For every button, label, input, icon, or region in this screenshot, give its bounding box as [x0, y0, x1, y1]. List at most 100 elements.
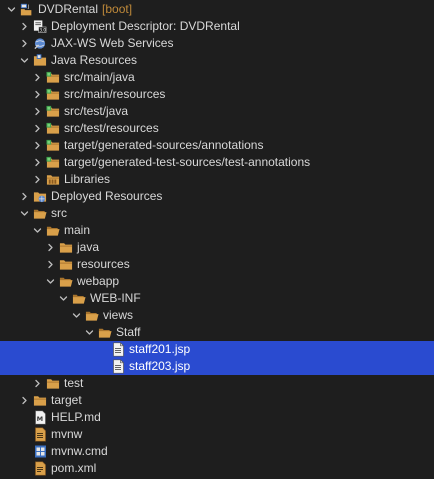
source-folder-icon [46, 105, 60, 119]
tree-item-label: src [51, 206, 67, 220]
tree-item-label: src/main/resources [64, 87, 166, 101]
chevron-right-icon[interactable] [32, 120, 42, 137]
tree-item-label: test [64, 376, 84, 390]
tree-item-src-main-java[interactable]: src/main/java [0, 69, 434, 86]
chevron-down-icon[interactable] [6, 1, 16, 18]
folder-open-icon [46, 224, 60, 238]
folder-open-icon [72, 292, 86, 306]
chevron-down-icon[interactable] [58, 290, 68, 307]
tree-item-label: mvnw [51, 427, 83, 441]
tree-item-label: target/generated-test-sources/test-annot… [64, 155, 311, 169]
project-decoration: [boot] [102, 2, 133, 16]
folder-open-icon [85, 309, 99, 323]
source-folder-icon [46, 71, 60, 85]
tree-item-label: java [77, 240, 100, 254]
project-explorer-tree: J DVDRental [boot] 3.0 Deployment Descriptor… [0, 0, 434, 479]
tree-item-webapp-folder[interactable]: webapp [0, 273, 434, 290]
svg-text:3.0: 3.0 [39, 28, 46, 33]
chevron-right-icon[interactable] [19, 35, 29, 52]
tree-item-main-folder[interactable]: main [0, 222, 434, 239]
tree-item-jax-ws-web-services[interactable]: JAX-WS Web Services [0, 35, 434, 52]
tree-item-staff-folder[interactable]: Staff [0, 324, 434, 341]
tree-item-src-test-resources[interactable]: src/test/resources [0, 120, 434, 137]
tree-item-label: staff201.jsp [129, 342, 191, 356]
tree-item-help-md-file[interactable]: M HELP.md [0, 409, 434, 426]
chevron-right-icon[interactable] [45, 256, 55, 273]
folder-icon [46, 377, 60, 391]
jsp-file-icon [111, 359, 125, 374]
deployment-descriptor-icon: 3.0 [33, 20, 47, 34]
tree-item-pom-xml-file[interactable]: pom.xml [0, 460, 434, 477]
chevron-down-icon[interactable] [71, 307, 81, 324]
libraries-icon [46, 173, 60, 187]
chevron-right-icon[interactable] [32, 86, 42, 103]
chevron-right-icon[interactable] [19, 18, 29, 35]
tree-item-label: mvnw.cmd [51, 444, 108, 458]
chevron-right-icon[interactable] [32, 154, 42, 171]
tree-item-label: Libraries [64, 172, 111, 186]
tree-item-staff201-file[interactable]: staff201.jsp [0, 341, 434, 358]
folder-icon [59, 241, 73, 255]
tree-item-src-main-resources[interactable]: src/main/resources [0, 86, 434, 103]
chevron-down-icon[interactable] [84, 324, 94, 341]
tree-item-label: Deployed Resources [51, 189, 163, 203]
tree-item-resources-folder[interactable]: resources [0, 256, 434, 273]
cmd-file-icon [33, 445, 47, 459]
chevron-right-icon[interactable] [32, 137, 42, 154]
tree-item-target-folder[interactable]: target [0, 392, 434, 409]
tree-item-label: target/generated-sources/annotations [64, 138, 264, 152]
chevron-down-icon[interactable] [32, 222, 42, 239]
chevron-right-icon[interactable] [19, 188, 29, 205]
chevron-down-icon[interactable] [19, 52, 29, 69]
chevron-right-icon[interactable] [32, 69, 42, 86]
tree-item-label: staff203.jsp [129, 359, 191, 373]
source-folder-icon [46, 122, 60, 136]
tree-item-mvnw-file[interactable]: mvnw [0, 426, 434, 443]
tree-item-mvnw-cmd-file[interactable]: mvnw.cmd [0, 443, 434, 460]
tree-item-staff203-file[interactable]: staff203.jsp [0, 358, 434, 375]
tree-item-label: JAX-WS Web Services [51, 36, 174, 50]
project-icon: J [20, 3, 34, 17]
tree-item-libraries[interactable]: Libraries [0, 171, 434, 188]
chevron-right-icon[interactable] [45, 239, 55, 256]
tree-item-target-generated-sources[interactable]: target/generated-sources/annotations [0, 137, 434, 154]
tree-item-label: Java Resources [51, 53, 138, 67]
svg-text:M: M [36, 415, 42, 423]
tree-item-label: src/test/resources [64, 121, 159, 135]
tree-item-target-generated-test-sources[interactable]: target/generated-test-sources/test-annot… [0, 154, 434, 171]
tree-item-java-folder[interactable]: java [0, 239, 434, 256]
text-file-icon [33, 427, 47, 442]
tree-item-label: target [51, 393, 82, 407]
xml-file-icon [33, 461, 47, 476]
tree-item-deployed-resources[interactable]: Deployed Resources [0, 188, 434, 205]
chevron-down-icon[interactable] [45, 273, 55, 290]
chevron-down-icon[interactable] [19, 205, 29, 222]
chevron-right-icon[interactable] [32, 171, 42, 188]
source-folder-icon [46, 88, 60, 102]
chevron-right-icon[interactable] [32, 375, 42, 392]
tree-item-project-root[interactable]: J DVDRental [boot] [0, 1, 434, 18]
folder-open-icon [98, 326, 112, 340]
tree-item-java-resources[interactable]: Java Resources [0, 52, 434, 69]
chevron-right-icon[interactable] [32, 103, 42, 120]
folder-icon [59, 258, 73, 272]
tree-item-label: Staff [116, 325, 141, 339]
source-folder-icon [46, 139, 60, 153]
tree-item-deployment-descriptor[interactable]: 3.0 Deployment Descriptor: DVDRental [0, 18, 434, 35]
tree-item-label: main [64, 223, 91, 237]
tree-item-label: views [103, 308, 134, 322]
tree-item-src-folder[interactable]: src [0, 205, 434, 222]
tree-item-test-folder[interactable]: test [0, 375, 434, 392]
tree-item-label: resources [77, 257, 130, 271]
tree-item-label: pom.xml [51, 461, 97, 475]
folder-open-icon [59, 275, 73, 289]
tree-item-label: WEB-INF [90, 291, 141, 305]
jsp-file-icon [111, 342, 125, 357]
tree-item-src-test-java[interactable]: src/test/java [0, 103, 434, 120]
tree-item-label: src/main/java [64, 70, 135, 84]
tree-item-label: Deployment Descriptor: DVDRental [51, 19, 240, 33]
tree-item-views-folder[interactable]: views [0, 307, 434, 324]
tree-item-web-inf-folder[interactable]: WEB-INF [0, 290, 434, 307]
tree-item-label: src/test/java [64, 104, 129, 118]
chevron-right-icon[interactable] [19, 392, 29, 409]
